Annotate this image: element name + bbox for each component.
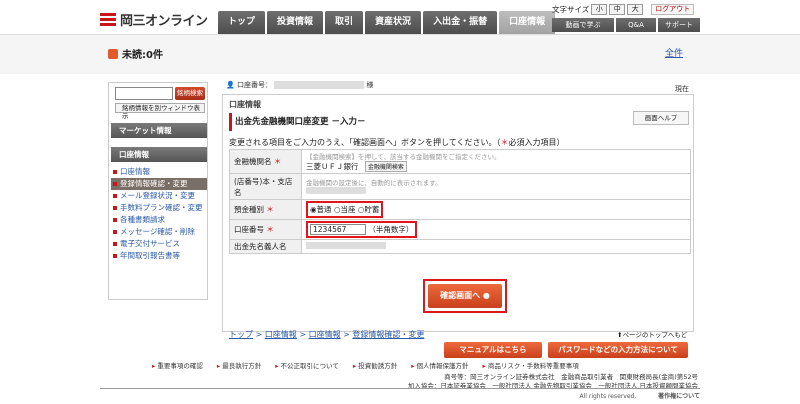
account-submenu: 口座情報 登録情報確認・変更 メール登録状況・変更 手数料プラン確認・変更 各種… [111,166,207,262]
logout-button[interactable]: ログアウト [651,4,695,15]
nav-trade[interactable]: 取引 [325,11,364,34]
logo-text: 岡三オンライン [120,14,208,29]
logo[interactable]: 岡三オンライン [100,10,208,29]
breadcrumb: トップ > 口座情報 > 口座情報 > 登録情報確認・変更 [229,330,425,339]
footer-link-risk[interactable]: 商品リスク・手数料等重要事項 [483,360,579,370]
bank-label: 金融機関名 ＊ [229,149,302,174]
nav-assets[interactable]: 資産状況 [365,11,422,34]
confirm-button-highlight: 確認画面へ ● [423,279,507,313]
form-panel: 口座情報 出金先金融機関口座変更 －入力－ 画面ヘルプ 変更される項目をご入力の… [222,94,694,349]
bank-hint: 【金融機関検索】を押して、該当する金融機関をご指定ください。 [306,153,501,161]
unread-messages[interactable]: 未読:0件 [108,46,163,61]
copyright-link[interactable]: 著作権について [658,393,700,400]
all-messages-link[interactable]: 全件 [665,46,683,59]
utility-nav: 文字サイズ 小 中 大 ログアウト 動画で学ぶ Q&A サポート [552,4,700,32]
manual-button[interactable]: マニュアルはこちら [444,342,542,358]
sidebar-item-email[interactable]: メール登録状況・変更 [111,190,207,202]
sidebar-item-messages[interactable]: メッセージ確認・削除 [111,226,207,238]
font-size-small[interactable]: 小 [591,4,608,15]
copyright-bar: All rights reserved. 著作権について [100,388,700,400]
sidebar: 銘柄検索 銘柄情報を別ウィンドウ表示 マーケット情報 口座情報 口座情報 登録情… [108,82,208,300]
nav-investment-info[interactable]: 投資情報 [267,11,324,34]
sidebar-item-e-delivery[interactable]: 電子交付サービス [111,238,207,250]
user-icon: 👤 [226,81,235,89]
deposit-type-cell: ◉普通 ○当座 ○貯蓄 [301,199,691,220]
global-nav: トップ 投資情報 取引 資産状況 入出金・振替 口座情報 [218,11,556,34]
font-size-label: 文字サイズ [552,5,590,14]
footer-link-best-execution[interactable]: 最良執行方針 [217,360,261,370]
footer-link-important[interactable]: 重要事項の確認 [152,360,203,370]
rights-text: All rights reserved. [579,393,637,400]
holder-cell [301,239,691,254]
instruction: 変更される項目をご入力のうえ、「確認画面へ」ボタンを押してください。（＊必須入力… [229,138,565,147]
screen-help-button[interactable]: 画面ヘルプ [633,111,689,125]
section-subtitle: 口座情報 [229,100,261,109]
holder-value-redacted [306,242,386,249]
footer-link-unfair-trade[interactable]: 不公正取引について [275,360,339,370]
account-info-menu[interactable]: 口座情報 [111,147,207,162]
holder-label: 出金先名義人名 [229,239,302,254]
deposit-type-label: 預金種別 ＊ [229,199,302,220]
radio-savings[interactable]: ○貯蓄 [358,205,380,214]
footer: 重要事項の確認 最良執行方針 不公正取引について 投資勧誘方針 個人情報保護方針… [100,360,700,391]
company-info-1: 商号等：岡三オンライン証券株式会社 金融商品取引業者 関東財務局長(金商)第52… [444,373,698,381]
account-number-note: （半角数字） [368,225,414,234]
footer-link-solicitation[interactable]: 投資勧誘方針 [353,360,397,370]
breadcrumb-account-info-1[interactable]: 口座情報 [265,330,297,339]
footer-links: 重要事項の確認 最良執行方針 不公正取引について 投資勧誘方針 個人情報保護方針… [100,360,700,370]
timestamp-label: 現在 [675,85,689,93]
page-title: 出金先金融機関口座変更 －入力－ [229,113,623,131]
bank-value: 三菱ＵＦＪ銀行 [306,162,359,171]
branch-cell: 金融機関の設定後に、自動的に表示されます。 [301,173,691,200]
account-number-highlight: 1234567 （半角数字） [306,221,418,238]
breadcrumb-registration[interactable]: 登録情報確認・変更 [352,330,424,339]
bank-form-table: 金融機関名 ＊ 【金融機関検索】を押して、該当する金融機関をご指定ください。 三… [229,149,691,254]
deposit-type-radio-group: ◉普通 ○当座 ○貯蓄 [306,201,384,218]
password-help-button[interactable]: パスワードなどの入力方法について [548,342,688,358]
nav-deposit-withdraw[interactable]: 入出金・振替 [423,11,498,34]
branch-label: (店番号)本・支店名 [229,173,302,200]
account-number-cell: 1234567 （半角数字） [301,219,691,240]
header: 岡三オンライン トップ 投資情報 取引 資産状況 入出金・振替 口座情報 文字サ… [100,4,700,34]
nav-account-info[interactable]: 口座情報 [499,11,556,34]
confirm-button[interactable]: 確認画面へ ● [428,284,502,308]
radio-checking[interactable]: ○当座 [334,205,356,214]
branch-hint: 金融機関の設定後に、自動的に表示されます。 [306,179,442,187]
account-number-line: 👤 口座番号： 様 [226,80,373,90]
symbol-search-input[interactable] [115,87,173,100]
sidebar-item-annual-report[interactable]: 年間取引報告書等 [111,250,207,262]
sidebar-item-account-info[interactable]: 口座情報 [111,166,207,178]
bank-cell: 【金融機関検索】を押して、該当する金融機関をご指定ください。 三菱ＵＦＪ銀行 金… [301,149,691,174]
market-info-menu[interactable]: マーケット情報 [111,123,207,138]
font-size-large[interactable]: 大 [627,4,644,15]
unread-count: 未読:0件 [122,50,163,61]
account-number-input[interactable]: 1234567 [310,224,366,235]
account-number-redacted [274,81,365,89]
bank-search-button[interactable]: 金融機関検索 [364,161,407,172]
sidebar-item-fee-plan[interactable]: 手数料プラン確認・変更 [111,202,207,214]
symbol-search-button[interactable]: 銘柄検索 [175,87,205,100]
video-learn-button[interactable]: 動画で学ぶ [552,18,614,32]
breadcrumb-top[interactable]: トップ [229,330,253,339]
main-content: 👤 口座番号： 様 現在 口座情報 出金先金融機関口座変更 －入力－ 画面ヘルプ… [220,78,700,349]
sidebar-item-documents[interactable]: 各種書類請求 [111,214,207,226]
message-icon [108,48,118,59]
qa-button[interactable]: Q&A [616,18,656,32]
font-size-medium[interactable]: 中 [609,4,626,15]
symbol-separate-window-button[interactable]: 銘柄情報を別ウィンドウ表示 [115,103,205,120]
account-number-label: 口座番号： [236,81,272,89]
branch-value-redacted [306,187,366,194]
account-suffix: 様 [366,81,374,89]
sidebar-item-registration[interactable]: 登録情報確認・変更 [111,178,207,190]
breadcrumb-account-info-2[interactable]: 口座情報 [309,330,341,339]
support-button[interactable]: サポート [658,18,700,32]
nav-top[interactable]: トップ [218,11,266,34]
account-number-field-label: 口座番号 ＊ [229,219,302,240]
footer-link-privacy[interactable]: 個人情報保護方針 [411,360,469,370]
radio-ordinary[interactable]: ◉普通 [310,205,332,214]
logo-mark-icon [100,12,116,27]
